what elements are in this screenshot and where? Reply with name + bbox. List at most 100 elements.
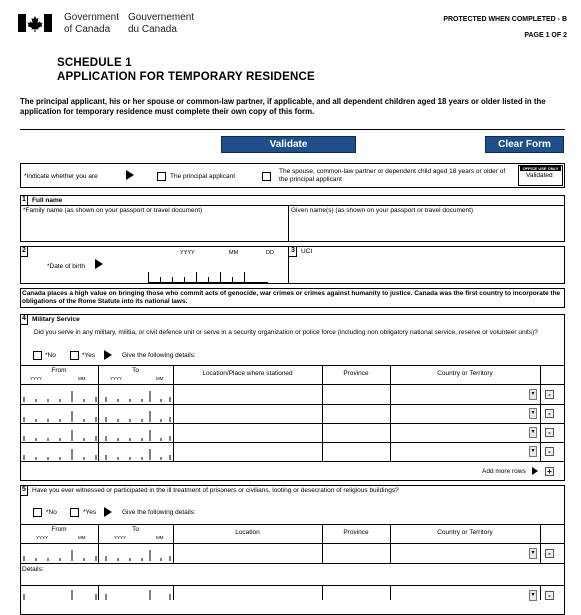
uci-label: UCI: [301, 248, 313, 255]
col-from: From: [51, 367, 67, 374]
col-from: From: [51, 526, 67, 533]
ill-treatment-yes-checkbox[interactable]: [70, 508, 79, 517]
given-name-input[interactable]: [289, 215, 564, 241]
remove-row-button[interactable]: -: [545, 549, 554, 558]
military-yes-checkbox[interactable]: [70, 351, 79, 360]
section-number: 5: [22, 486, 26, 493]
province-input[interactable]: [323, 405, 389, 423]
divider: [27, 195, 28, 205]
chevron-down-icon[interactable]: ▾: [529, 548, 537, 559]
divider: [20, 324, 28, 325]
dob-input[interactable]: [148, 264, 288, 283]
section-number: 4: [22, 315, 26, 322]
col-mm: MM: [78, 376, 86, 381]
dob-label: *Date of birth: [47, 263, 85, 270]
col-province: Province: [343, 370, 369, 377]
remove-row-button[interactable]: -: [545, 409, 554, 418]
location-input[interactable]: [174, 443, 321, 461]
office-use-label: OFFICE USE ONLY: [520, 166, 561, 171]
principal-applicant-checkbox[interactable]: [157, 172, 166, 181]
country-select[interactable]: [391, 424, 529, 442]
add-row-button[interactable]: +: [545, 467, 554, 476]
country-select[interactable]: [391, 405, 529, 423]
arrow-right-icon: [104, 350, 112, 360]
country-select[interactable]: [391, 544, 529, 562]
col-yyyy: YYYY: [114, 535, 127, 540]
divider: [27, 246, 28, 256]
remove-row-button[interactable]: -: [545, 447, 554, 456]
country-select[interactable]: [391, 443, 529, 461]
col-country: Country or Territory: [437, 529, 493, 536]
spouse-dependant-checkbox[interactable]: [262, 172, 271, 181]
table-top: [20, 365, 565, 366]
chevron-down-icon[interactable]: ▾: [529, 427, 537, 438]
gouvernement-du-canada-fr: Gouvernement du Canada: [128, 12, 195, 35]
section-number: 3: [291, 247, 295, 254]
family-name-input[interactable]: [21, 215, 287, 241]
uci-input[interactable]: [297, 257, 564, 283]
table-top: [20, 524, 565, 525]
date-range-ticks: [23, 430, 171, 441]
clear-form-button[interactable]: Clear Form: [485, 136, 564, 153]
give-details-label: Give the following details:: [122, 509, 196, 516]
col-mm: MM: [156, 535, 164, 540]
baseline: [148, 282, 268, 283]
principal-applicant-label: The principal applicant: [170, 173, 236, 180]
arrow-right-icon: [104, 507, 112, 517]
digit-separator: [148, 272, 149, 282]
details-input[interactable]: [21, 575, 540, 585]
divider: [20, 205, 565, 206]
full-name-title: Full name: [32, 197, 63, 204]
chevron-down-icon[interactable]: ▾: [529, 389, 537, 400]
ill-treatment-no-checkbox[interactable]: [33, 508, 42, 517]
schedule-title: SCHEDULE 1: [57, 57, 132, 69]
divider: [20, 256, 28, 257]
province-input[interactable]: [323, 443, 389, 461]
digit-separator: [244, 272, 245, 282]
col-location: Location: [235, 529, 260, 536]
province-input[interactable]: [323, 544, 389, 562]
column-divider: [540, 585, 541, 600]
date-range-ticks: [23, 391, 171, 402]
divider: [296, 246, 297, 256]
col-yyyy: YYYY: [36, 535, 49, 540]
location-input[interactable]: [174, 424, 321, 442]
military-no-checkbox[interactable]: [33, 351, 42, 360]
column-divider: [540, 365, 541, 462]
col-location: Location/Place where stationed: [202, 370, 293, 377]
col-mm: MM: [78, 535, 86, 540]
col-country: Country or Territory: [437, 370, 493, 377]
remove-row-button[interactable]: -: [545, 390, 554, 399]
chevron-down-icon[interactable]: ▾: [529, 446, 537, 457]
month-label: MM: [229, 250, 239, 256]
give-details-label: Give the following details:: [122, 352, 196, 359]
country-select[interactable]: [391, 385, 529, 403]
remove-row-button[interactable]: -: [545, 591, 554, 600]
divider: [288, 246, 289, 284]
location-input[interactable]: [174, 385, 321, 403]
form-title: APPLICATION FOR TEMPORARY RESIDENCE: [57, 71, 315, 83]
column-divider: [322, 585, 323, 600]
province-input[interactable]: [323, 385, 389, 403]
add-more-rows-label: Add more rows: [482, 468, 526, 475]
no-label: *No: [46, 509, 57, 516]
government-of-canada-en: Government of Canada: [64, 12, 120, 35]
location-input[interactable]: [174, 405, 321, 423]
details-label: Details:: [22, 566, 44, 573]
province-input[interactable]: [323, 424, 389, 442]
date-range-ticks: [23, 590, 171, 600]
validate-button[interactable]: Validate: [221, 136, 356, 153]
divider: [288, 256, 297, 257]
chevron-down-icon[interactable]: ▾: [529, 408, 537, 419]
chevron-down-icon[interactable]: ▾: [529, 590, 537, 601]
arrow-right-icon: [126, 170, 134, 180]
validated-label: Validated: [526, 172, 553, 179]
remove-row-button[interactable]: -: [545, 428, 554, 437]
divider: [27, 314, 28, 324]
column-divider: [173, 585, 174, 600]
location-input[interactable]: [174, 544, 321, 562]
col-mm: MM: [156, 376, 164, 381]
no-label: *No: [45, 352, 56, 359]
page-number: PAGE 1 OF 2: [524, 32, 567, 39]
yes-label: *Yes: [83, 509, 97, 516]
